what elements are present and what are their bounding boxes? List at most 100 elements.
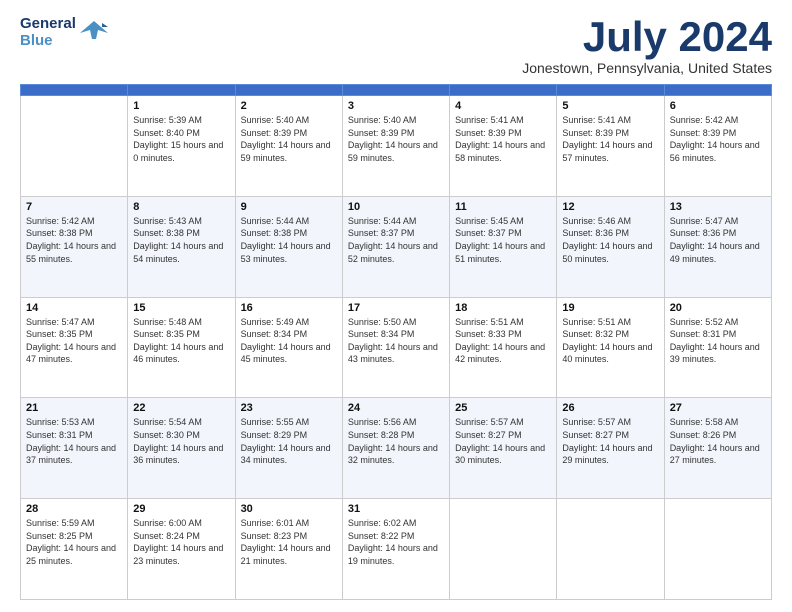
table-row: 4 Sunrise: 5:41 AMSunset: 8:39 PMDayligh… (450, 96, 557, 197)
table-row: 9 Sunrise: 5:44 AMSunset: 8:38 PMDayligh… (235, 196, 342, 297)
day-info: Sunrise: 5:40 AMSunset: 8:39 PMDaylight:… (348, 114, 444, 164)
day-number: 12 (562, 201, 658, 213)
day-number: 18 (455, 302, 551, 314)
day-info: Sunrise: 5:41 AMSunset: 8:39 PMDaylight:… (562, 114, 658, 164)
logo-general: General (20, 16, 76, 33)
title-section: July 2024 Jonestown, Pennsylvania, Unite… (522, 16, 772, 76)
table-row: 2 Sunrise: 5:40 AMSunset: 8:39 PMDayligh… (235, 96, 342, 197)
calendar-week-row: 14 Sunrise: 5:47 AMSunset: 8:35 PMDaylig… (21, 297, 772, 398)
header-sunday (21, 85, 128, 96)
logo-blue: Blue (20, 33, 76, 50)
calendar-header-row (21, 85, 772, 96)
table-row: 13 Sunrise: 5:47 AMSunset: 8:36 PMDaylig… (664, 196, 771, 297)
day-number: 17 (348, 302, 444, 314)
day-number: 20 (670, 302, 766, 314)
day-number: 4 (455, 100, 551, 112)
table-row: 29 Sunrise: 6:00 AMSunset: 8:24 PMDaylig… (128, 499, 235, 600)
day-number: 13 (670, 201, 766, 213)
day-number: 1 (133, 100, 229, 112)
day-number: 26 (562, 402, 658, 414)
table-row: 11 Sunrise: 5:45 AMSunset: 8:37 PMDaylig… (450, 196, 557, 297)
day-info: Sunrise: 5:42 AMSunset: 8:38 PMDaylight:… (26, 215, 122, 265)
day-number: 22 (133, 402, 229, 414)
table-row: 20 Sunrise: 5:52 AMSunset: 8:31 PMDaylig… (664, 297, 771, 398)
header-monday (128, 85, 235, 96)
day-number: 15 (133, 302, 229, 314)
header-thursday (450, 85, 557, 96)
calendar-week-row: 28 Sunrise: 5:59 AMSunset: 8:25 PMDaylig… (21, 499, 772, 600)
day-info: Sunrise: 5:55 AMSunset: 8:29 PMDaylight:… (241, 416, 337, 466)
table-row: 12 Sunrise: 5:46 AMSunset: 8:36 PMDaylig… (557, 196, 664, 297)
day-info: Sunrise: 5:44 AMSunset: 8:38 PMDaylight:… (241, 215, 337, 265)
day-info: Sunrise: 5:57 AMSunset: 8:27 PMDaylight:… (562, 416, 658, 466)
day-number: 9 (241, 201, 337, 213)
day-info: Sunrise: 5:58 AMSunset: 8:26 PMDaylight:… (670, 416, 766, 466)
table-row (21, 96, 128, 197)
day-info: Sunrise: 6:00 AMSunset: 8:24 PMDaylight:… (133, 517, 229, 567)
day-number: 2 (241, 100, 337, 112)
day-info: Sunrise: 6:01 AMSunset: 8:23 PMDaylight:… (241, 517, 337, 567)
day-info: Sunrise: 5:43 AMSunset: 8:38 PMDaylight:… (133, 215, 229, 265)
day-number: 27 (670, 402, 766, 414)
day-info: Sunrise: 5:44 AMSunset: 8:37 PMDaylight:… (348, 215, 444, 265)
table-row: 1 Sunrise: 5:39 AMSunset: 8:40 PMDayligh… (128, 96, 235, 197)
day-number: 14 (26, 302, 122, 314)
day-info: Sunrise: 5:47 AMSunset: 8:35 PMDaylight:… (26, 316, 122, 366)
day-number: 8 (133, 201, 229, 213)
day-info: Sunrise: 5:51 AMSunset: 8:33 PMDaylight:… (455, 316, 551, 366)
day-number: 6 (670, 100, 766, 112)
day-number: 16 (241, 302, 337, 314)
calendar-week-row: 1 Sunrise: 5:39 AMSunset: 8:40 PMDayligh… (21, 96, 772, 197)
day-info: Sunrise: 5:57 AMSunset: 8:27 PMDaylight:… (455, 416, 551, 466)
day-info: Sunrise: 5:49 AMSunset: 8:34 PMDaylight:… (241, 316, 337, 366)
table-row: 16 Sunrise: 5:49 AMSunset: 8:34 PMDaylig… (235, 297, 342, 398)
day-number: 30 (241, 503, 337, 515)
day-number: 10 (348, 201, 444, 213)
table-row: 23 Sunrise: 5:55 AMSunset: 8:29 PMDaylig… (235, 398, 342, 499)
table-row: 14 Sunrise: 5:47 AMSunset: 8:35 PMDaylig… (21, 297, 128, 398)
calendar-table: 1 Sunrise: 5:39 AMSunset: 8:40 PMDayligh… (20, 84, 772, 600)
table-row: 3 Sunrise: 5:40 AMSunset: 8:39 PMDayligh… (342, 96, 449, 197)
table-row: 10 Sunrise: 5:44 AMSunset: 8:37 PMDaylig… (342, 196, 449, 297)
day-info: Sunrise: 5:48 AMSunset: 8:35 PMDaylight:… (133, 316, 229, 366)
table-row: 26 Sunrise: 5:57 AMSunset: 8:27 PMDaylig… (557, 398, 664, 499)
day-info: Sunrise: 5:46 AMSunset: 8:36 PMDaylight:… (562, 215, 658, 265)
calendar-week-row: 21 Sunrise: 5:53 AMSunset: 8:31 PMDaylig… (21, 398, 772, 499)
day-info: Sunrise: 5:41 AMSunset: 8:39 PMDaylight:… (455, 114, 551, 164)
day-info: Sunrise: 5:45 AMSunset: 8:37 PMDaylight:… (455, 215, 551, 265)
logo: General Blue (20, 16, 108, 49)
month-title: July 2024 (522, 16, 772, 58)
day-number: 25 (455, 402, 551, 414)
day-info: Sunrise: 5:39 AMSunset: 8:40 PMDaylight:… (133, 114, 229, 164)
table-row: 21 Sunrise: 5:53 AMSunset: 8:31 PMDaylig… (21, 398, 128, 499)
day-number: 28 (26, 503, 122, 515)
table-row (664, 499, 771, 600)
day-number: 5 (562, 100, 658, 112)
day-number: 11 (455, 201, 551, 213)
day-number: 31 (348, 503, 444, 515)
location: Jonestown, Pennsylvania, United States (522, 60, 772, 76)
day-info: Sunrise: 5:52 AMSunset: 8:31 PMDaylight:… (670, 316, 766, 366)
day-number: 21 (26, 402, 122, 414)
day-info: Sunrise: 5:54 AMSunset: 8:30 PMDaylight:… (133, 416, 229, 466)
day-info: Sunrise: 5:59 AMSunset: 8:25 PMDaylight:… (26, 517, 122, 567)
day-number: 24 (348, 402, 444, 414)
day-number: 7 (26, 201, 122, 213)
day-info: Sunrise: 5:47 AMSunset: 8:36 PMDaylight:… (670, 215, 766, 265)
table-row (557, 499, 664, 600)
table-row: 28 Sunrise: 5:59 AMSunset: 8:25 PMDaylig… (21, 499, 128, 600)
calendar-week-row: 7 Sunrise: 5:42 AMSunset: 8:38 PMDayligh… (21, 196, 772, 297)
day-number: 3 (348, 100, 444, 112)
day-number: 19 (562, 302, 658, 314)
day-number: 23 (241, 402, 337, 414)
table-row: 17 Sunrise: 5:50 AMSunset: 8:34 PMDaylig… (342, 297, 449, 398)
table-row: 27 Sunrise: 5:58 AMSunset: 8:26 PMDaylig… (664, 398, 771, 499)
day-info: Sunrise: 5:50 AMSunset: 8:34 PMDaylight:… (348, 316, 444, 366)
header-friday (557, 85, 664, 96)
header: General Blue July 2024 Jonestown, Pennsy… (20, 16, 772, 76)
table-row (450, 499, 557, 600)
day-info: Sunrise: 5:53 AMSunset: 8:31 PMDaylight:… (26, 416, 122, 466)
table-row: 5 Sunrise: 5:41 AMSunset: 8:39 PMDayligh… (557, 96, 664, 197)
table-row: 25 Sunrise: 5:57 AMSunset: 8:27 PMDaylig… (450, 398, 557, 499)
table-row: 24 Sunrise: 5:56 AMSunset: 8:28 PMDaylig… (342, 398, 449, 499)
